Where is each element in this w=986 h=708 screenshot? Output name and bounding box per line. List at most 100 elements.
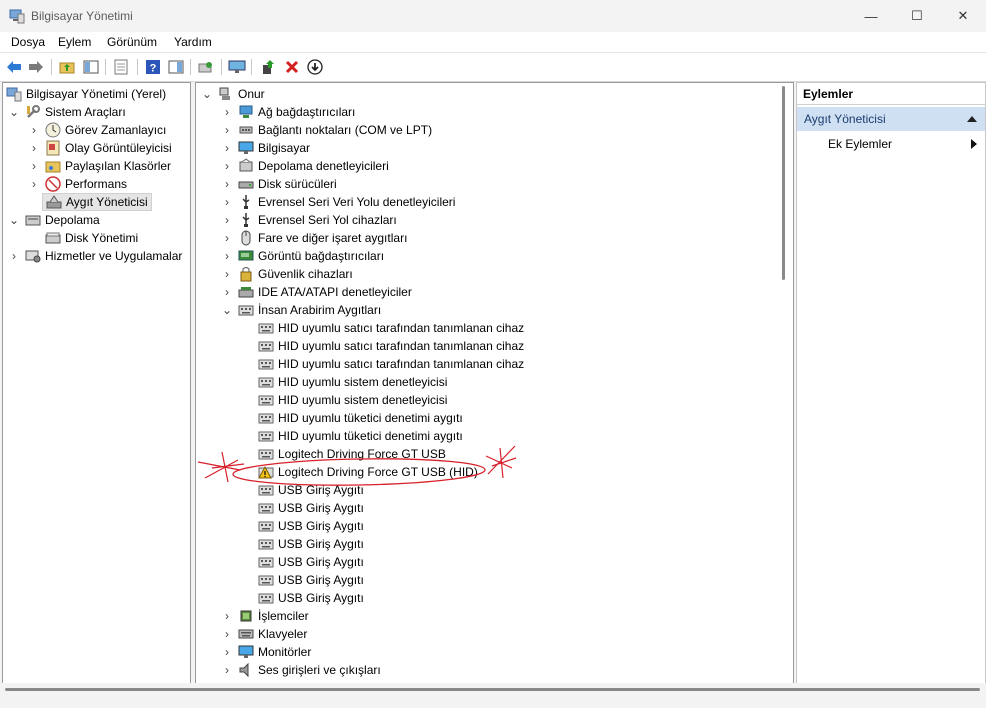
chevron-right-icon[interactable]: › [222, 249, 232, 263]
device-category[interactable]: › IDE ATA/ATAPI denetleyiciler [222, 283, 412, 301]
device-item[interactable]: USB Giriş Aygıtı [258, 571, 364, 589]
device-category[interactable]: › Fare ve diğer işaret aygıtları [222, 229, 407, 247]
chevron-right-icon[interactable]: › [222, 213, 232, 227]
device-item[interactable]: HID uyumlu satıcı tarafından tanımlanan … [258, 337, 524, 355]
device-item[interactable]: USB Giriş Aygıtı [258, 589, 364, 607]
chevron-down-icon[interactable]: ⌄ [9, 105, 19, 119]
device-category[interactable]: › Bilgisayar [222, 139, 310, 157]
tree-item-storage[interactable]: ⌄ Depolama [9, 211, 100, 229]
chevron-down-icon[interactable]: ⌄ [9, 213, 19, 227]
device-category[interactable]: ⌄ İnsan Arabirim Aygıtları [222, 301, 381, 319]
device-category[interactable]: › Güvenlik cihazları [222, 265, 353, 283]
device-category[interactable]: › Evrensel Seri Yol cihazları [222, 211, 397, 229]
tree-root-computer[interactable]: ⌄ Onur [202, 85, 265, 103]
uninstall-icon[interactable] [283, 58, 301, 76]
chevron-right-icon[interactable]: › [222, 177, 232, 191]
tree-item-performance[interactable]: › Performans [29, 175, 127, 193]
hscroll-thumb[interactable] [5, 688, 980, 691]
actions-section-device-manager[interactable]: Aygıt Yöneticisi [797, 107, 985, 131]
device-label: Evrensel Seri Yol cihazları [258, 213, 397, 227]
vertical-scrollbar[interactable] [780, 86, 788, 280]
device-item[interactable]: HID uyumlu satıcı tarafından tanımlanan … [258, 355, 524, 373]
monitor-tool-icon[interactable] [228, 58, 246, 76]
action-pane-icon[interactable] [167, 58, 185, 76]
hid-device-icon [258, 557, 274, 568]
chevron-down-icon[interactable]: ⌄ [222, 303, 232, 317]
tree-item-shared-folders[interactable]: › Paylaşılan Klasörler [29, 157, 171, 175]
menu-yardim[interactable]: Yardım [174, 35, 212, 49]
device-category[interactable]: › Disk sürücüleri [222, 175, 337, 193]
device-item[interactable]: USB Giriş Aygıtı [258, 499, 364, 517]
menu-dosya[interactable]: Dosya [11, 35, 45, 49]
back-icon[interactable] [5, 58, 23, 76]
chevron-right-icon[interactable]: › [222, 141, 232, 155]
chevron-right-icon[interactable]: › [222, 195, 232, 209]
chevron-right-icon[interactable]: › [222, 159, 232, 173]
more-actions-item[interactable]: Ek Eylemler [797, 134, 985, 154]
device-category[interactable]: › Ağ bağdaştırıcıları [222, 103, 355, 121]
forward-icon[interactable] [27, 58, 45, 76]
tree-item-task-scheduler[interactable]: › Görev Zamanlayıcı [29, 121, 166, 139]
collapse-up-icon[interactable] [967, 116, 977, 122]
minimize-button[interactable]: — [848, 0, 894, 32]
device-item[interactable]: HID uyumlu tüketici denetimi aygıtı [258, 427, 463, 445]
device-category[interactable]: › Ses girişleri ve çıkışları [222, 661, 381, 679]
disable-device-icon[interactable] [306, 58, 324, 76]
maximize-button[interactable]: ☐ [894, 0, 940, 32]
device-category[interactable]: › Monitörler [222, 643, 311, 661]
up-folder-icon[interactable] [58, 58, 76, 76]
device-category[interactable]: › Klavyeler [222, 625, 307, 643]
chevron-right-icon[interactable]: › [222, 627, 232, 641]
chevron-right-icon[interactable]: › [222, 267, 232, 281]
device-item[interactable]: USB Giriş Aygıtı [258, 517, 364, 535]
device-item[interactable]: HID uyumlu tüketici denetimi aygıtı [258, 409, 463, 427]
properties-icon[interactable] [112, 58, 130, 76]
show-hide-tree-icon[interactable] [82, 58, 100, 76]
horizontal-scrollbar[interactable] [0, 683, 986, 708]
tree-item-device-manager[interactable]: Aygıt Yöneticisi [42, 193, 152, 211]
scan-hardware-icon[interactable] [197, 58, 215, 76]
chevron-right-icon[interactable]: › [222, 123, 232, 137]
device-item[interactable]: USB Giriş Aygıtı [258, 553, 364, 571]
close-button[interactable]: ✕ [940, 0, 986, 32]
device-item[interactable]: HID uyumlu sistem denetleyicisi [258, 391, 447, 409]
device-item-warning[interactable]: Logitech Driving Force GT USB (HID) [258, 463, 478, 481]
tree-item-computer-management[interactable]: Bilgisayar Yönetimi (Yerel) [6, 85, 166, 103]
device-category[interactable]: › Bağlantı noktaları (COM ve LPT) [222, 121, 432, 139]
scroll-thumb[interactable] [782, 86, 785, 280]
tree-label: Depolama [45, 213, 100, 227]
chevron-right-icon[interactable]: › [29, 123, 39, 137]
tree-item-services-apps[interactable]: › Hizmetler ve Uygulamalar [9, 247, 182, 265]
chevron-right-icon[interactable]: › [222, 285, 232, 299]
chevron-right-icon[interactable]: › [9, 249, 19, 263]
chevron-right-icon[interactable]: › [29, 177, 39, 191]
device-category[interactable]: › Depolama denetleyicileri [222, 157, 389, 175]
device-category[interactable]: › İşlemciler [222, 607, 309, 625]
update-driver-icon[interactable] [259, 58, 277, 76]
device-item[interactable]: Logitech Driving Force GT USB [258, 445, 446, 463]
device-item[interactable]: USB Giriş Aygıtı [258, 535, 364, 553]
tree-item-disk-management[interactable]: Disk Yönetimi [45, 229, 138, 247]
toolbar: ? [0, 52, 986, 82]
chevron-right-icon[interactable]: › [222, 663, 232, 677]
menu-gorunum[interactable]: Görünüm [107, 35, 157, 49]
tree-item-system-tools[interactable]: ⌄ Sistem Araçları [9, 103, 126, 121]
chevron-down-icon[interactable]: ⌄ [202, 87, 212, 101]
device-item[interactable]: USB Giriş Aygıtı [258, 481, 364, 499]
device-item[interactable]: HID uyumlu sistem denetleyicisi [258, 373, 447, 391]
chevron-right-icon[interactable]: › [222, 105, 232, 119]
chevron-right-icon[interactable]: › [222, 231, 232, 245]
tree-item-event-viewer[interactable]: › Olay Görüntüleyicisi [29, 139, 172, 157]
device-category[interactable]: › Görüntü bağdaştırıcıları [222, 247, 384, 265]
help-icon[interactable]: ? [144, 58, 162, 76]
chevron-right-icon[interactable]: › [29, 141, 39, 155]
device-category[interactable]: › Evrensel Seri Veri Yolu denetleyicileri [222, 193, 455, 211]
chevron-right-icon[interactable]: › [222, 645, 232, 659]
chevron-right-icon[interactable]: › [222, 609, 232, 623]
chevron-right-icon[interactable]: › [29, 159, 39, 173]
device-label: Bilgisayar [258, 141, 311, 155]
device-item[interactable]: HID uyumlu satıcı tarafından tanımlanan … [258, 319, 524, 337]
menu-eylem[interactable]: Eylem [58, 35, 91, 49]
hid-device-icon [258, 575, 274, 586]
tree-label: Disk Yönetimi [65, 231, 139, 245]
